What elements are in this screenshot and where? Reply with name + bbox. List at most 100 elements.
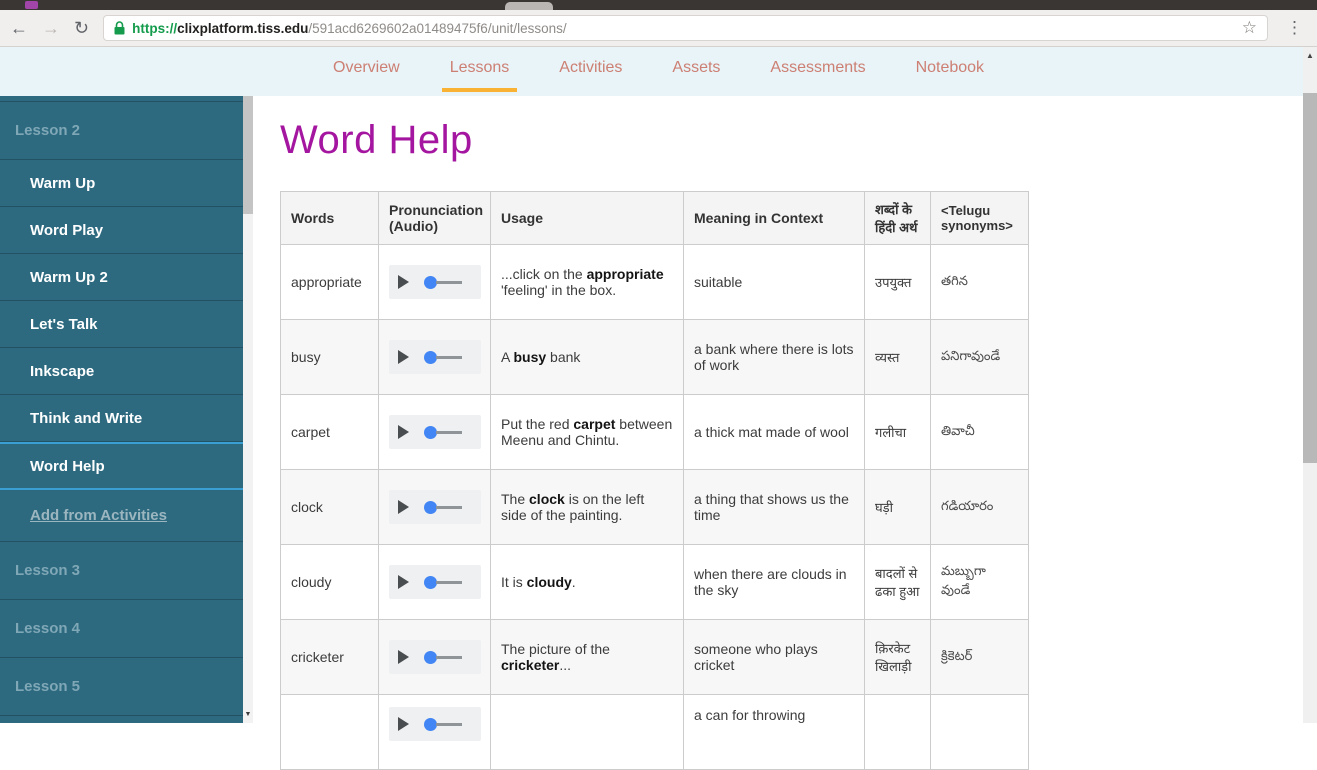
- play-icon[interactable]: [398, 425, 409, 439]
- page-scrollbar-thumb[interactable]: [1303, 93, 1317, 463]
- column-header: Meaning in Context: [683, 191, 865, 245]
- tab-activities[interactable]: Activities: [551, 47, 630, 92]
- table-row: clock The clock is on the left side of th…: [280, 469, 1029, 545]
- table-row: a can for throwing: [280, 694, 1029, 770]
- word-cell: cricketer: [280, 619, 379, 695]
- audio-slider-track: [436, 430, 462, 434]
- sidebar-item-add-from-activities[interactable]: Add from Activities: [0, 490, 243, 542]
- sidebar-item-let-s-talk[interactable]: Let's Talk: [0, 301, 243, 348]
- audio-player[interactable]: [389, 265, 481, 299]
- sidebar-item-word-help[interactable]: Word Help: [0, 442, 243, 490]
- sidebar-item-inkscape[interactable]: Inkscape: [0, 348, 243, 395]
- column-header: Usage: [490, 191, 684, 245]
- audio-player[interactable]: [389, 490, 481, 524]
- sidebar-item-lesson-2[interactable]: Lesson 2: [0, 102, 243, 160]
- audio-player[interactable]: [389, 340, 481, 374]
- table-row: appropriate ...click on the appropriate '…: [280, 244, 1029, 320]
- table-header-row: Words Pronunciation (Audio) Usage Meaning i…: [280, 191, 1029, 245]
- audio-player[interactable]: [389, 640, 481, 674]
- audio-cell: [378, 544, 491, 620]
- audio-slider-track: [436, 280, 462, 284]
- meaning-cell: suitable: [683, 244, 865, 320]
- play-icon[interactable]: [398, 275, 409, 289]
- word-cell: clock: [280, 469, 379, 545]
- audio-cell: [378, 244, 491, 320]
- nav-tabs: Overview Lessons Activities Assets Assessmen…: [0, 47, 1303, 96]
- table-body: appropriate ...click on the appropriate '…: [280, 244, 1029, 770]
- sidebar-scrollbar-thumb[interactable]: [243, 96, 253, 214]
- sidebar-item-lesson-5[interactable]: Lesson 5: [0, 658, 243, 716]
- sidebar-item-warm-up[interactable]: Warm Up: [0, 160, 243, 207]
- page-viewport: Overview Lessons Activities Assets Assessmen…: [0, 47, 1303, 770]
- play-icon[interactable]: [398, 717, 409, 731]
- browser-toolbar: ← → ↻ https://clixplatform.tiss.edu/591a…: [0, 10, 1317, 47]
- sidebar-item-lesson-3[interactable]: Lesson 3: [0, 542, 243, 600]
- play-icon[interactable]: [398, 650, 409, 664]
- tab-assets[interactable]: Assets: [664, 47, 728, 92]
- meaning-cell: a bank where there is lots of work: [683, 319, 865, 395]
- tab-notebook[interactable]: Notebook: [908, 47, 993, 92]
- column-header: <Telugu synonyms>: [930, 191, 1029, 245]
- reload-button[interactable]: ↻: [74, 19, 89, 37]
- telugu-synonym-cell: పనిగావుండే: [930, 319, 1029, 395]
- play-icon[interactable]: [398, 350, 409, 364]
- sidebar-item-lesson-4[interactable]: Lesson 4: [0, 600, 243, 658]
- usage-cell: [490, 694, 684, 770]
- usage-cell: The picture of the cricketer...: [490, 619, 684, 695]
- audio-slider-track: [436, 505, 462, 509]
- audio-player[interactable]: [389, 707, 481, 741]
- word-cell: cloudy: [280, 544, 379, 620]
- meaning-cell: someone who plays cricket: [683, 619, 865, 695]
- telugu-synonym-cell: [930, 694, 1029, 770]
- sidebar-list: Lesson 2 Warm Up Word Play Warm Up 2 Let's T…: [0, 96, 243, 723]
- word-cell: [280, 694, 379, 770]
- play-icon[interactable]: [398, 500, 409, 514]
- hindi-meaning-cell: [864, 694, 931, 770]
- usage-cell: A busy bank: [490, 319, 684, 395]
- lesson-content: Word Help Words Pronunciation (Audio) Usag…: [253, 96, 1303, 770]
- audio-slider-track: [436, 655, 462, 659]
- scroll-down-icon[interactable]: ▼: [243, 707, 253, 721]
- hindi-meaning-cell: बादलों से ढका हुआ: [864, 544, 931, 620]
- hindi-meaning-cell: गलीचा: [864, 394, 931, 470]
- sidebar-scrollbar[interactable]: ▼: [243, 96, 253, 723]
- url-domain: clixplatform.tiss.edu: [177, 20, 309, 36]
- url-scheme: https://: [132, 20, 178, 36]
- sidebar-item-warm-up-2[interactable]: Warm Up 2: [0, 254, 243, 301]
- audio-player[interactable]: [389, 565, 481, 599]
- scroll-up-icon[interactable]: ▲: [1303, 47, 1317, 63]
- page-title: Word Help: [280, 118, 473, 162]
- audio-slider-track: [436, 580, 462, 584]
- browser-menu-icon[interactable]: ⋮: [1282, 18, 1307, 38]
- hindi-meaning-cell: क़िरकेट खिलाड़ी: [864, 619, 931, 695]
- page-scrollbar[interactable]: ▲: [1303, 47, 1317, 723]
- app-icon: [25, 1, 38, 9]
- audio-cell: [378, 694, 491, 770]
- meaning-cell: when there are clouds in the sky: [683, 544, 865, 620]
- play-icon[interactable]: [398, 575, 409, 589]
- browser-tab[interactable]: [505, 2, 553, 10]
- audio-cell: [378, 619, 491, 695]
- table-row: cricketer The picture of the cricketer...…: [280, 619, 1029, 695]
- forward-button[interactable]: →: [42, 19, 60, 37]
- tab-overview[interactable]: Overview: [325, 47, 408, 92]
- table-row: cloudy It is cloudy. when there are clouds…: [280, 544, 1029, 620]
- meaning-cell: a thing that shows us the time: [683, 469, 865, 545]
- audio-cell: [378, 469, 491, 545]
- sidebar-item-word-play[interactable]: Word Play: [0, 207, 243, 254]
- word-help-table: Words Pronunciation (Audio) Usage Meaning i…: [280, 191, 1029, 770]
- tab-lessons[interactable]: Lessons: [441, 47, 518, 92]
- back-button[interactable]: ←: [10, 19, 28, 37]
- url-bar[interactable]: https://clixplatform.tiss.edu/591acd6269…: [103, 15, 1268, 41]
- audio-player[interactable]: [389, 415, 481, 449]
- bookmark-star-icon[interactable]: ☆: [1242, 18, 1257, 38]
- column-header: Words: [280, 191, 379, 245]
- lock-icon: [114, 21, 125, 35]
- table-row: carpet Put the red carpet between Meenu a…: [280, 394, 1029, 470]
- usage-cell: The clock is on the left side of the pai…: [490, 469, 684, 545]
- tab-assessments[interactable]: Assessments: [762, 47, 873, 92]
- usage-cell: Put the red carpet between Meenu and Chi…: [490, 394, 684, 470]
- sidebar-item-think-and-write[interactable]: Think and Write: [0, 395, 243, 442]
- column-header: शब्दों के हिंदी अर्थ: [864, 191, 931, 245]
- word-cell: carpet: [280, 394, 379, 470]
